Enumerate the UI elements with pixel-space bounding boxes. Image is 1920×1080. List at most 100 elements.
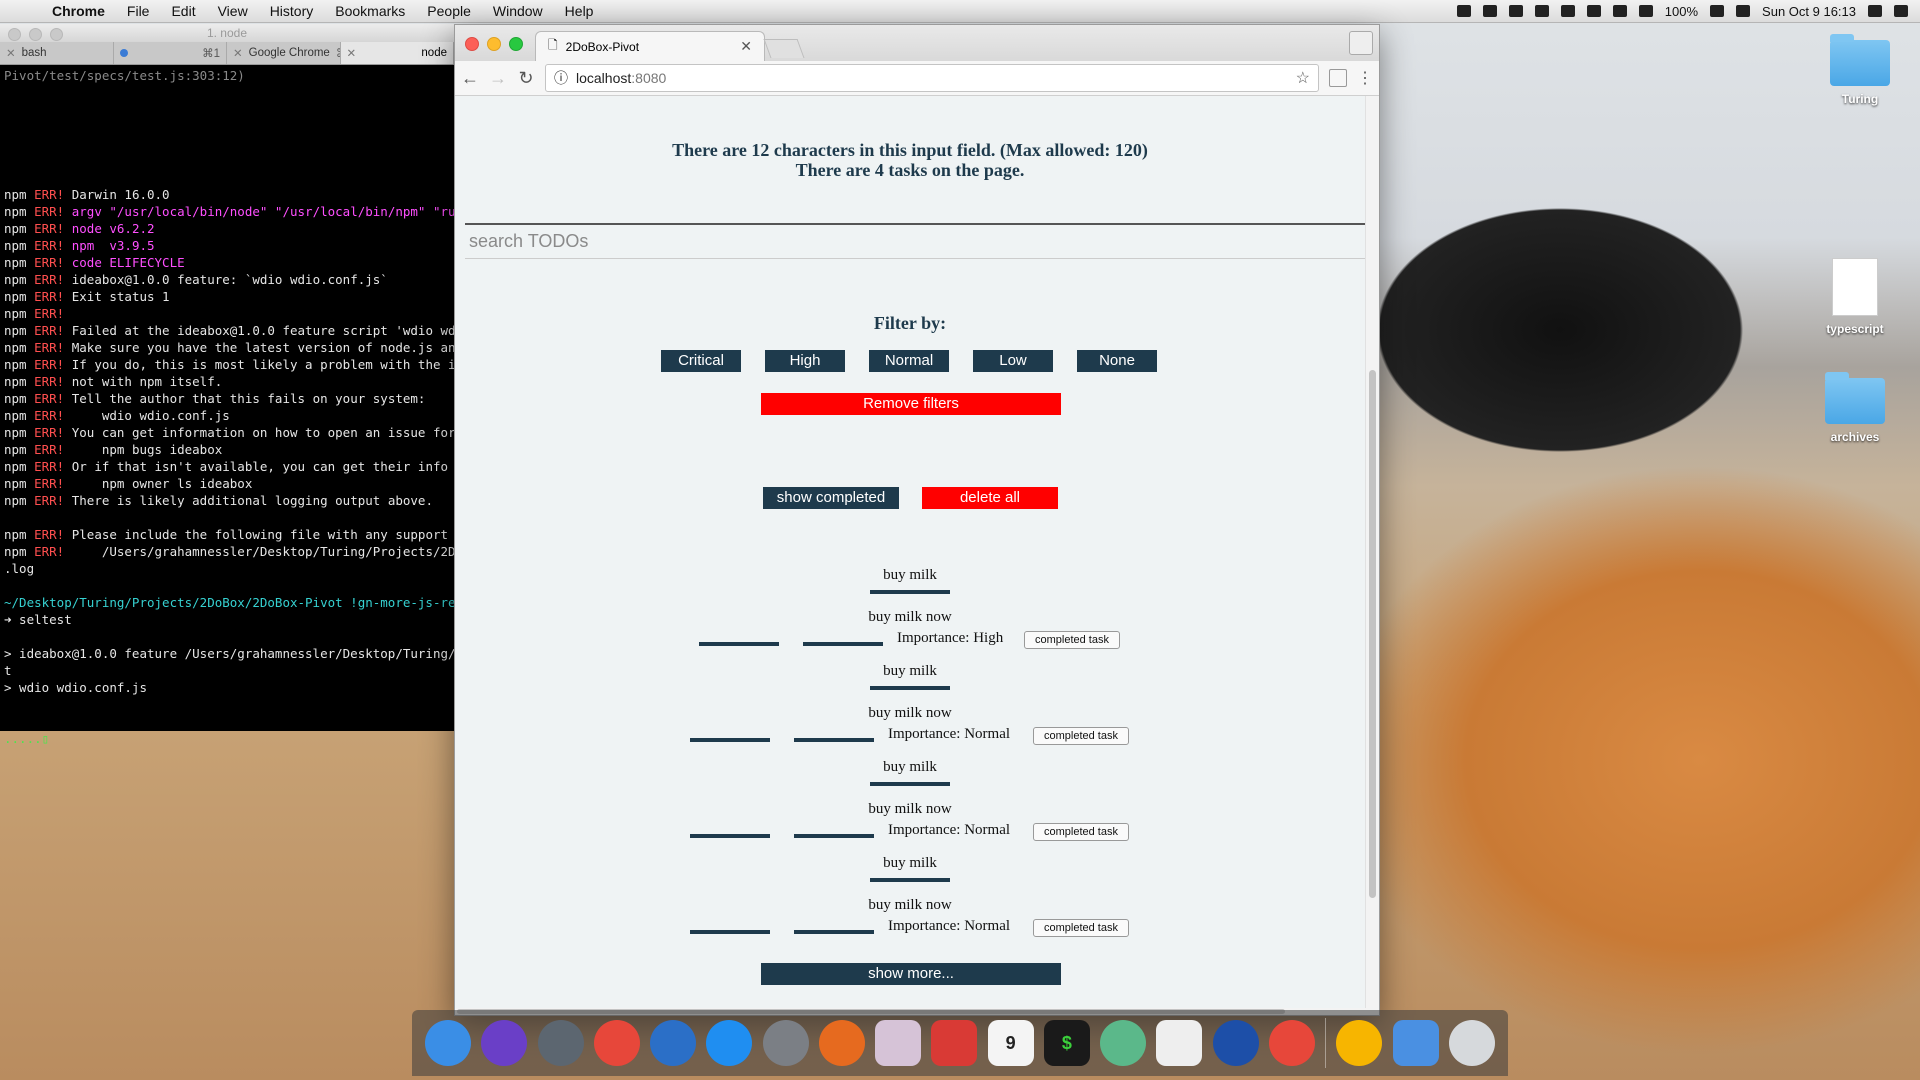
wifi-icon[interactable] (1586, 5, 1601, 17)
delete-all-button[interactable]: delete all (922, 487, 1058, 509)
notification-center-icon[interactable] (1894, 5, 1908, 17)
browser-tab-active[interactable]: 🗋 2DoBox-Pivot ✕ (535, 31, 765, 61)
maximize-icon[interactable] (509, 37, 523, 51)
terminal-tab-node[interactable]: ✕ node (340, 42, 454, 64)
dropbox-icon[interactable] (1482, 5, 1497, 17)
thunderbird-icon-2[interactable] (1212, 1020, 1259, 1066)
menu-window[interactable]: Window (493, 3, 543, 19)
close-tab-icon[interactable]: ✕ (6, 46, 16, 60)
battery-icon[interactable] (1710, 5, 1725, 17)
battery-percent[interactable]: 100% (1665, 4, 1698, 19)
profile-icon[interactable] (1349, 31, 1373, 55)
terminal-tab-2[interactable]: ⌘1 (114, 42, 227, 64)
status-icon[interactable] (1456, 5, 1471, 17)
show-more-button[interactable]: show more... (761, 963, 1061, 985)
filter-high-button[interactable]: High (765, 350, 845, 372)
chrome-icon[interactable] (593, 1020, 640, 1066)
menu-app-name[interactable]: Chrome (52, 3, 105, 19)
desktop-folder-archives[interactable]: archives (1810, 372, 1900, 444)
completed-task-button[interactable]: completed task (1033, 823, 1129, 841)
trash-icon[interactable] (1448, 1020, 1495, 1066)
downvote-button[interactable] (794, 834, 874, 838)
maximize-icon[interactable] (50, 28, 63, 41)
filter-critical-button[interactable]: Critical (661, 350, 741, 372)
menu-bookmarks[interactable]: Bookmarks (335, 3, 405, 19)
close-tab-icon[interactable]: ✕ (740, 38, 752, 55)
calendar-icon[interactable]: 9 (987, 1020, 1034, 1066)
minimize-icon[interactable] (29, 28, 42, 41)
menu-help[interactable]: Help (565, 3, 594, 19)
upvote-button[interactable] (699, 642, 779, 646)
launchpad-icon[interactable] (537, 1020, 584, 1066)
spotlight-icon[interactable] (1868, 5, 1882, 17)
task-body[interactable]: buy milk now (455, 609, 1365, 626)
firefox-icon[interactable] (818, 1020, 865, 1066)
address-bar[interactable]: ⓘ localhost:8080 ☆ (545, 64, 1319, 92)
completed-task-button[interactable]: completed task (1033, 919, 1129, 937)
close-tab-icon[interactable]: ✕ (233, 46, 243, 60)
upvote-button[interactable] (690, 930, 770, 934)
chrome-icon-2[interactable] (1268, 1020, 1315, 1066)
menu-view[interactable]: View (218, 3, 248, 19)
task-body[interactable]: buy milk now (455, 897, 1365, 914)
atom-icon[interactable] (1100, 1020, 1147, 1066)
task-body[interactable]: buy milk now (455, 705, 1365, 722)
close-tab-icon[interactable]: ✕ (347, 46, 357, 60)
airplay-icon[interactable] (1612, 5, 1627, 17)
java-icon[interactable] (1156, 1020, 1203, 1066)
drive-icon[interactable] (1508, 5, 1523, 17)
wunderlist-icon[interactable] (931, 1020, 978, 1066)
show-completed-button[interactable]: show completed (763, 487, 899, 509)
task-title[interactable]: buy milk (455, 759, 1365, 776)
terminal-tab-chrome[interactable]: ✕ Google Chrome ⌘2 (227, 42, 341, 64)
slack-icon[interactable] (875, 1020, 922, 1066)
new-tab-button[interactable] (763, 39, 805, 58)
task-title[interactable]: buy milk (455, 855, 1365, 872)
terminal-icon[interactable]: $ (1043, 1020, 1090, 1066)
minimize-icon[interactable] (487, 37, 501, 51)
flag-icon[interactable] (1736, 5, 1751, 17)
task-title[interactable]: buy milk (455, 663, 1365, 680)
volume-icon[interactable] (1638, 5, 1653, 17)
vertical-scrollbar[interactable] (1365, 96, 1379, 1008)
scroll-thumb[interactable] (1369, 370, 1376, 898)
back-icon[interactable]: ← (461, 68, 479, 89)
upvote-button[interactable] (690, 738, 770, 742)
close-icon[interactable] (8, 28, 21, 41)
extension-icon[interactable] (1329, 69, 1347, 87)
task-body[interactable]: buy milk now (455, 801, 1365, 818)
downvote-button[interactable] (803, 642, 883, 646)
remove-filters-button[interactable]: Remove filters (761, 393, 1061, 415)
filter-low-button[interactable]: Low (973, 350, 1053, 372)
documents-icon[interactable] (1392, 1020, 1439, 1066)
desktop-folder-turing[interactable]: Turing (1815, 34, 1905, 106)
menu-people[interactable]: People (427, 3, 471, 19)
system-preferences-icon[interactable] (762, 1020, 809, 1066)
sketch-icon[interactable] (1336, 1020, 1383, 1066)
filter-normal-button[interactable]: Normal (869, 350, 949, 372)
task-title[interactable]: buy milk (455, 567, 1365, 584)
menu-history[interactable]: History (270, 3, 314, 19)
menu-edit[interactable]: Edit (171, 3, 195, 19)
bookmark-star-icon[interactable]: ☆ (1296, 68, 1310, 88)
clock[interactable]: Sun Oct 9 16:13 (1762, 4, 1856, 19)
info-icon[interactable]: ⓘ (554, 68, 568, 88)
completed-task-button[interactable]: completed task (1024, 631, 1120, 649)
siri-icon[interactable] (481, 1020, 528, 1066)
time-machine-icon[interactable] (1560, 5, 1575, 17)
terminal-tab-bash[interactable]: ✕ bash (0, 42, 114, 64)
chrome-menu-icon[interactable]: ⋮ (1357, 68, 1373, 88)
finder-icon[interactable] (425, 1020, 472, 1066)
app-store-icon[interactable] (706, 1020, 753, 1066)
desktop-file-typescript[interactable]: typescript (1810, 258, 1900, 336)
forward-icon[interactable]: → (489, 68, 507, 89)
reload-icon[interactable]: ↻ (517, 68, 535, 89)
search-input[interactable] (465, 223, 1365, 259)
downvote-button[interactable] (794, 930, 874, 934)
close-icon[interactable] (465, 37, 479, 51)
terminal-output[interactable]: Pivot/test/specs/test.js:303:12) npm ERR… (0, 65, 454, 749)
thunderbird-icon[interactable] (650, 1020, 697, 1066)
headphones-icon[interactable] (1534, 5, 1549, 17)
menu-file[interactable]: File (127, 3, 150, 19)
upvote-button[interactable] (690, 834, 770, 838)
